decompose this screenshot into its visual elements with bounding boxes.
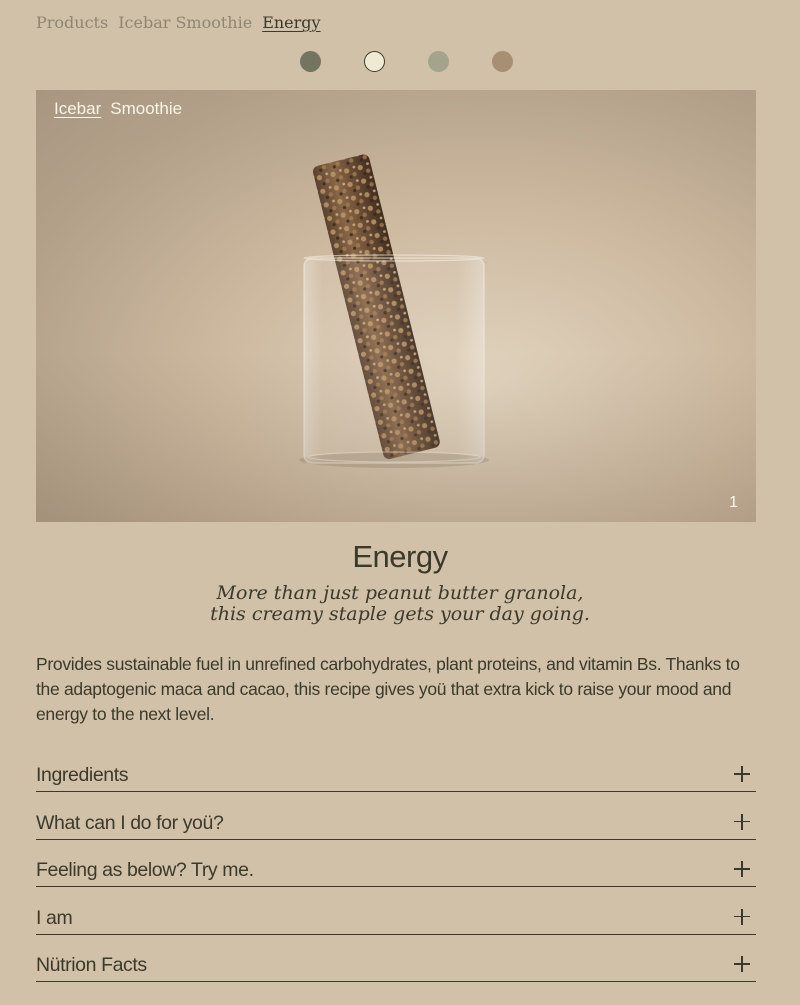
swatch-sage[interactable]: [428, 51, 449, 72]
color-swatches: [0, 51, 800, 72]
tab-smoothie[interactable]: Smoothie: [110, 98, 182, 120]
product-accordion: Ingredients What can I do for yoü? Feeli…: [36, 757, 756, 982]
breadcrumb: Products Icebar Smoothie Energy: [36, 12, 321, 36]
breadcrumb-energy[interactable]: Energy: [262, 12, 320, 36]
breadcrumb-products[interactable]: Products: [36, 12, 108, 36]
accordion-feeling[interactable]: Feeling as below? Try me.: [36, 840, 756, 887]
swatch-cream[interactable]: [364, 51, 385, 72]
plus-icon[interactable]: [734, 813, 750, 830]
plus-icon[interactable]: [734, 861, 750, 877]
tagline-line-1: More than just peanut butter granola,: [216, 582, 584, 604]
accordion-label: I am: [36, 906, 73, 929]
breadcrumb-icebar-smoothie[interactable]: Icebar Smoothie: [118, 12, 252, 36]
plus-icon[interactable]: [734, 956, 750, 972]
tab-icebar[interactable]: Icebar: [54, 98, 101, 120]
hero-floor-shadow: [36, 352, 756, 522]
accordion-label: Nütrion Facts: [36, 954, 147, 976]
product-tagline: More than just peanut butter granola, th…: [0, 583, 800, 625]
plus-icon[interactable]: [734, 766, 750, 782]
accordion-label: Ingredients: [36, 764, 129, 786]
accordion-what-can-i-do[interactable]: What can I do for yoü?: [36, 792, 756, 840]
product-title: Energy: [352, 539, 448, 574]
tagline-line-2: this creamy staple gets your day going.: [210, 603, 590, 625]
accordion-label: What can I do for yoü?: [36, 811, 224, 834]
accordion-i-am[interactable]: I am: [36, 887, 756, 935]
slide-counter: 1: [729, 494, 738, 511]
product-description: Provides sustainable fuel in unrefined c…: [36, 654, 740, 724]
accordion-ingredients[interactable]: Ingredients: [36, 757, 756, 792]
plus-icon[interactable]: [734, 908, 750, 925]
swatch-dark-olive[interactable]: [300, 51, 321, 72]
accordion-nutrition-facts[interactable]: Nütrion Facts: [36, 935, 756, 982]
swatch-tan[interactable]: [492, 51, 513, 72]
accordion-label: Feeling as below? Try me.: [36, 859, 254, 881]
product-image-carousel[interactable]: Icebar Smoothie 1: [36, 90, 756, 522]
hero-product-tabs: Icebar Smoothie: [54, 98, 182, 120]
